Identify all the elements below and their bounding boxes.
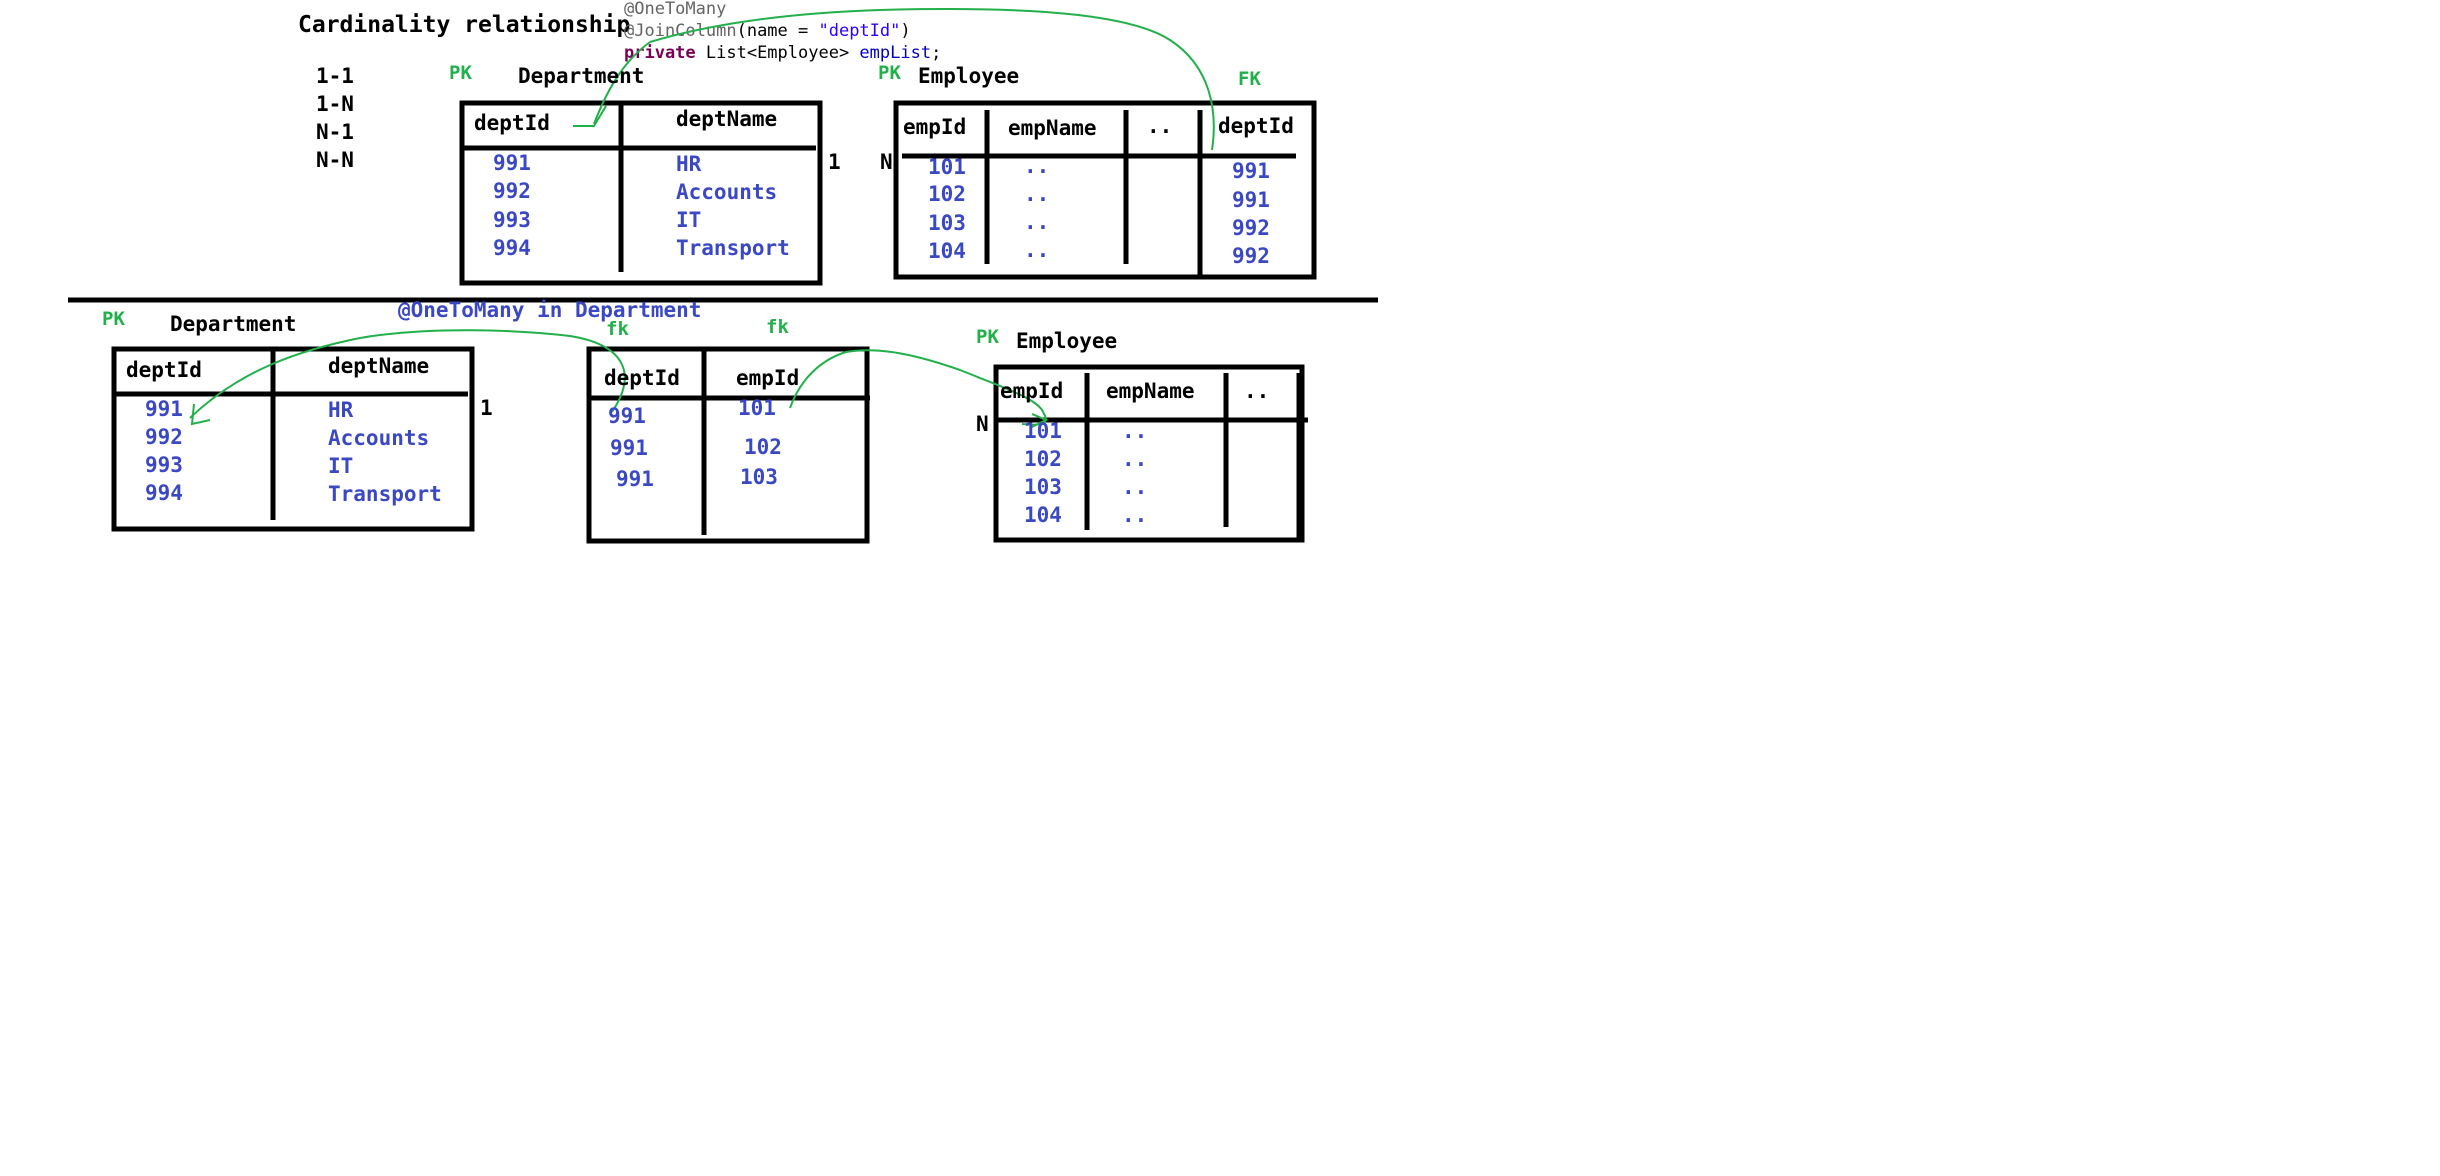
top-employee-deptid-cell: 991 (1232, 188, 1270, 212)
bottom-employee-empid-cell: 103 (1024, 475, 1062, 499)
join-header-empid: empId (736, 366, 800, 390)
bottom-department-pk-label: PK (102, 308, 125, 330)
top-employee-header-empid: empId (903, 115, 967, 139)
bottom-department-deptid-cell: 991 (145, 397, 183, 421)
bottom-employee-header-more: .. (1244, 379, 1270, 403)
bottom-department-deptid-cell: 992 (145, 425, 183, 449)
join-empid-cell: 101 (738, 396, 776, 420)
top-employee-header-more: .. (1147, 114, 1173, 138)
bottom-employee-empname-cell: .. (1122, 503, 1148, 527)
top-employee-empid-cell: 104 (928, 239, 966, 263)
top-employee-empname-cell: .. (1024, 154, 1050, 178)
bottom-employee-empname-cell: .. (1122, 419, 1148, 443)
top-employee-deptid-cell: 992 (1232, 244, 1270, 268)
join-deptid-cell: 991 (608, 404, 646, 428)
join-fk-label-deptid: fk (606, 318, 629, 340)
bottom-employee-empname-cell: .. (1122, 475, 1148, 499)
bottom-employee-pk-label: PK (976, 326, 999, 348)
top-employee-deptid-cell: 991 (1232, 159, 1270, 183)
top-department-pk-label: PK (449, 62, 472, 84)
bottom-cardinality-many: N (976, 412, 989, 436)
top-employee-deptid-cell: 992 (1232, 216, 1270, 240)
bottom-department-header-deptname: deptName (328, 354, 430, 378)
top-department-deptid-cell: 994 (493, 236, 531, 260)
bottom-annotation: @OneToMany in Department (398, 298, 702, 322)
top-employee-empname-cell: .. (1024, 182, 1050, 206)
bottom-department-title: Department (170, 312, 297, 336)
top-employee-pk-label: PK (878, 62, 901, 84)
join-deptid-cell: 991 (616, 467, 654, 491)
top-employee-header-empname: empName (1008, 116, 1097, 140)
bottom-department-deptname-cell: HR (328, 398, 354, 422)
join-empid-cell: 103 (740, 465, 778, 489)
join-fk-label-empid: fk (766, 316, 789, 338)
top-employee-header-deptid: deptId (1218, 114, 1294, 138)
join-deptid-cell: 991 (610, 436, 648, 460)
top-department-deptid-cell: 991 (493, 151, 531, 175)
top-department-deptname-cell: IT (676, 208, 702, 232)
top-department-title: Department (518, 64, 645, 88)
bottom-employee-header-empname: empName (1106, 379, 1195, 403)
bottom-employee-header-empid: empId (1000, 379, 1064, 403)
join-empid-cell: 102 (744, 435, 782, 459)
top-department-header-deptname: deptName (676, 107, 778, 131)
top-employee-empname-cell: .. (1024, 210, 1050, 234)
top-employee-empid-cell: 101 (928, 155, 966, 179)
top-department-header-deptid: deptId (474, 111, 550, 135)
join-header-deptid: deptId (604, 366, 680, 390)
diagram-drawing (68, 8, 1378, 544)
top-department-deptname-cell: Accounts (676, 180, 778, 204)
bottom-department-deptname-cell: Accounts (328, 426, 430, 450)
bottom-employee-empid-cell: 102 (1024, 447, 1062, 471)
top-department-deptid-cell: 993 (493, 208, 531, 232)
top-employee-empid-cell: 103 (928, 211, 966, 235)
bottom-cardinality-one: 1 (480, 396, 493, 420)
top-employee-empname-cell: .. (1024, 238, 1050, 262)
bottom-employee-title: Employee (1016, 329, 1118, 353)
bottom-employee-empid-cell: 101 (1024, 419, 1062, 443)
top-employee-fk-label: FK (1238, 68, 1261, 90)
bottom-department-deptid-cell: 994 (145, 481, 183, 505)
bottom-employee-empid-cell: 104 (1024, 503, 1062, 527)
top-department-deptname-cell: Transport (676, 236, 790, 260)
bottom-department-deptname-cell: IT (328, 454, 354, 478)
top-department-deptname-cell: HR (676, 152, 702, 176)
top-employee-empid-cell: 102 (928, 182, 966, 206)
top-cardinality-one: 1 (828, 150, 841, 174)
bottom-department-deptid-cell: 993 (145, 453, 183, 477)
bottom-department-header-deptid: deptId (126, 358, 202, 382)
top-employee-title: Employee (918, 64, 1020, 88)
top-department-deptid-cell: 992 (493, 179, 531, 203)
top-cardinality-many: N (880, 150, 893, 174)
bottom-employee-empname-cell: .. (1122, 447, 1148, 471)
bottom-department-deptname-cell: Transport (328, 482, 442, 506)
